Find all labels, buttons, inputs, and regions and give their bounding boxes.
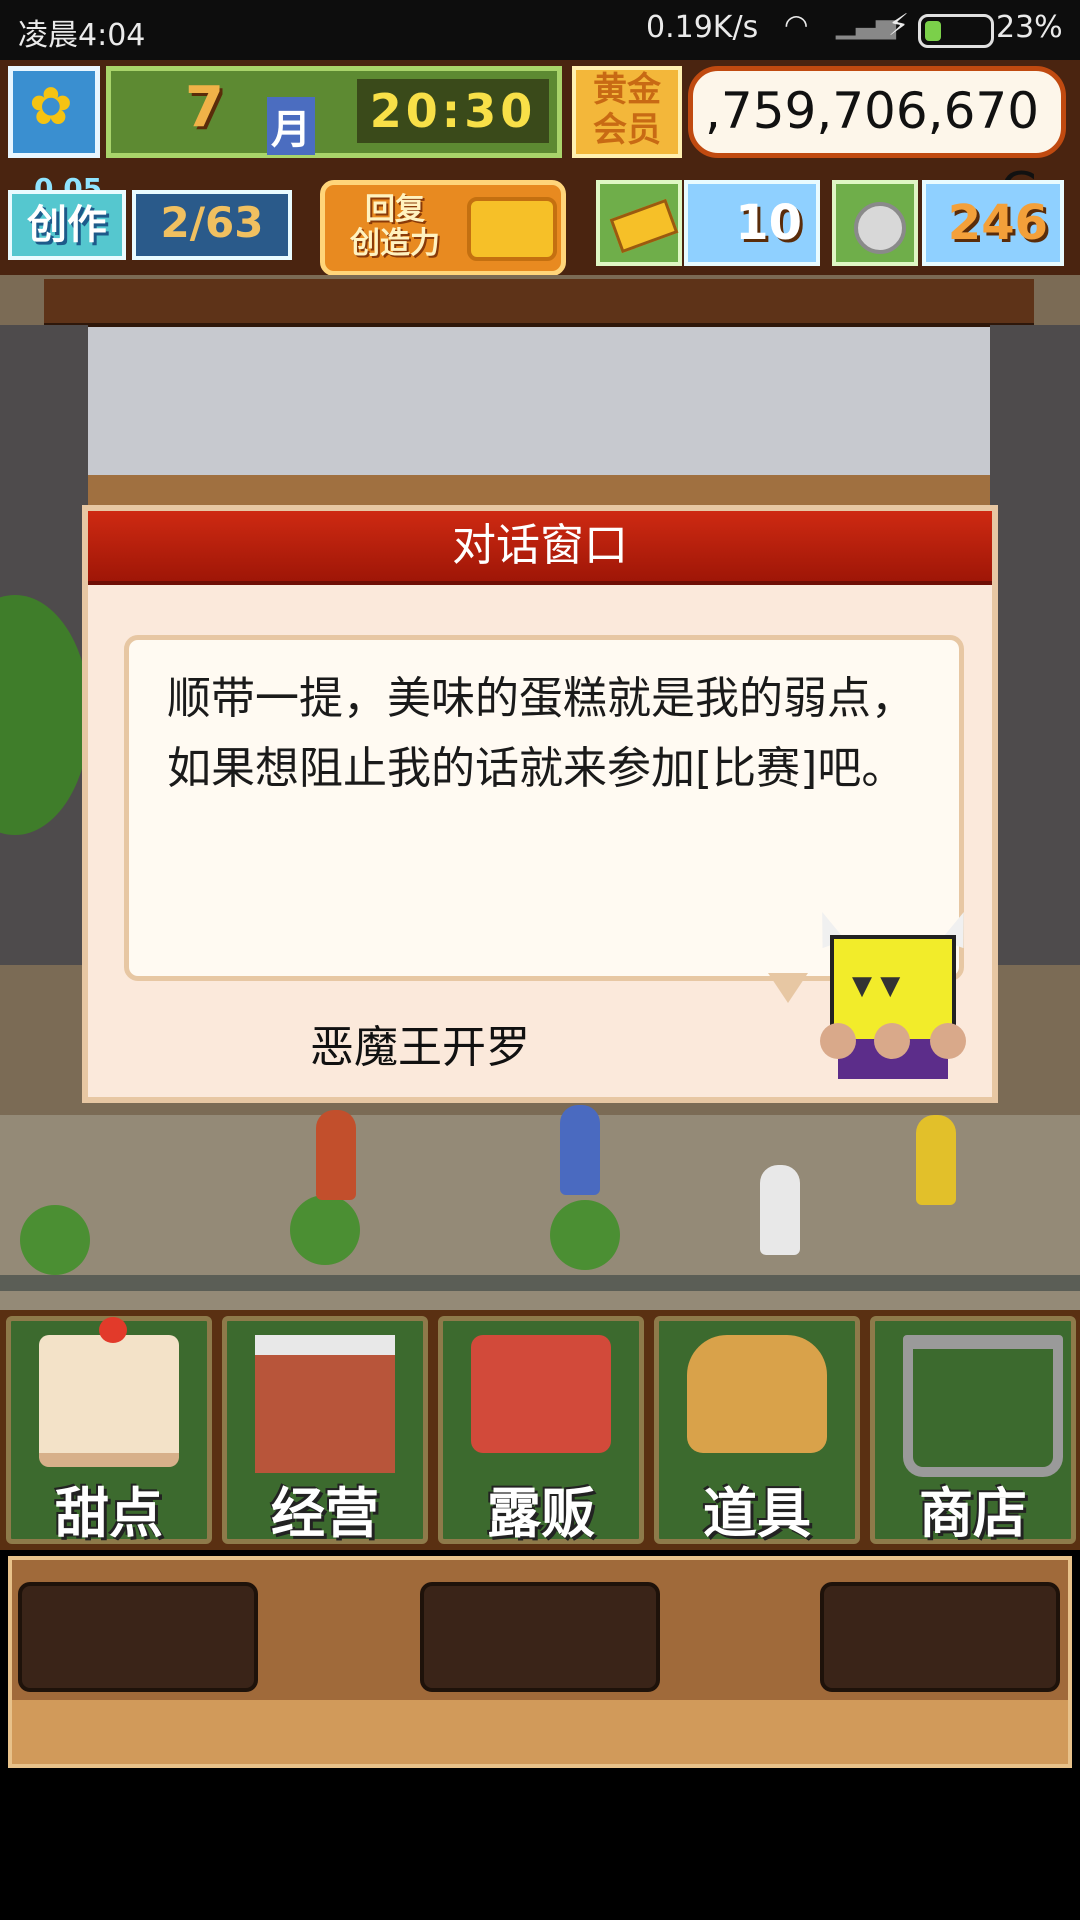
money-display: ,759,706,670 G — [688, 66, 1066, 220]
shop-icon — [255, 1335, 395, 1473]
month-label: 月 — [267, 97, 315, 155]
ticket-icon — [596, 180, 682, 266]
bottom-panel — [8, 1556, 1072, 1768]
hands — [820, 1023, 966, 1059]
empty-slot[interactable] — [18, 1582, 258, 1692]
kitchen-area — [88, 327, 990, 477]
cake-icon — [39, 1317, 179, 1467]
menu-label: 道具 — [703, 1482, 811, 1545]
medal-count: 246 — [922, 180, 1064, 266]
menu-label: 商店 — [919, 1482, 1027, 1545]
empty-slot[interactable] — [820, 1582, 1060, 1692]
navigation-area — [0, 1768, 1080, 1920]
speaker-name: 恶魔王开罗 — [310, 1022, 530, 1073]
demon-king-portrait: ▼ ▼ — [808, 907, 978, 1081]
dialog-message: 顺带一提，美味的蛋糕就是我的弱点，如果想阻止我的话就来参加[比赛]吧。 — [167, 673, 915, 794]
customer[interactable] — [316, 1110, 356, 1200]
empty-slot[interactable] — [420, 1582, 660, 1692]
menu-manage-button[interactable]: 经营 — [222, 1316, 428, 1545]
bush — [290, 1195, 360, 1265]
battery-percent: 23% — [996, 10, 1063, 45]
speech-tail — [768, 973, 808, 1003]
player-avatar[interactable]: ✿ — [8, 66, 100, 158]
tv-icon — [467, 197, 557, 261]
network-speed: 0.19K/s — [646, 10, 759, 45]
items-bag-icon — [687, 1335, 827, 1453]
menu-label: 经营 — [271, 1482, 379, 1545]
month-value: 7 — [185, 75, 224, 140]
gold-member-line2: 会员 — [593, 110, 661, 150]
bush — [550, 1200, 620, 1270]
dialog-window[interactable]: 对话窗口 顺带一提，美味的蛋糕就是我的弱点，如果想阻止我的话就来参加[比赛]吧。… — [82, 505, 998, 1103]
signal-icon: ▁▃▅ — [836, 10, 896, 40]
restore-creativity-button[interactable]: 回复 创造力 — [320, 180, 566, 276]
status-time: 凌晨4:04 — [18, 18, 146, 53]
menu-sweets-button[interactable]: 甜点 — [6, 1316, 212, 1545]
medal-icon — [832, 180, 918, 266]
restore-line2: 创造力 — [350, 226, 440, 261]
menu-stall-button[interactable]: 露贩 — [438, 1316, 644, 1545]
ticket-counter[interactable]: 10 — [596, 180, 822, 266]
shopping-cart-icon — [903, 1335, 1063, 1477]
dialog-title: 对话窗口 — [88, 511, 992, 585]
panel-strip — [12, 1700, 1068, 1764]
customer[interactable] — [916, 1115, 956, 1205]
battery-icon — [918, 14, 994, 48]
menu-items-button[interactable]: 道具 — [654, 1316, 860, 1545]
food-truck-icon — [471, 1335, 611, 1453]
create-panel[interactable]: 0 05 创作 2/63 — [8, 172, 294, 266]
bush — [20, 1205, 90, 1275]
charging-icon: ⚡ — [888, 8, 910, 43]
ticket-count: 10 — [684, 180, 820, 266]
status-bar: 凌晨4:04 0.19K/s ◠ ▁▃▅ ⚡ 23% — [0, 0, 1080, 60]
customer[interactable] — [760, 1165, 800, 1255]
game-clock: 20:30 — [357, 79, 549, 143]
gold-member-line1: 黄金 — [593, 70, 661, 110]
customer[interactable] — [560, 1105, 600, 1195]
main-menu: 甜点 经营 露贩 道具 商店 — [0, 1310, 1080, 1550]
restore-line1: 回复 — [365, 192, 425, 227]
create-label: 创作 — [8, 190, 126, 260]
gold-member-badge[interactable]: 黄金 会员 — [572, 66, 682, 158]
wifi-icon: ◠ — [784, 8, 809, 41]
medal-counter[interactable]: 246 — [832, 180, 1064, 266]
fence-rail — [0, 1275, 1080, 1291]
create-count: 2/63 — [132, 190, 292, 260]
pillar-right — [990, 325, 1080, 965]
date-time-panel: 7 月 20:30 — [106, 66, 562, 158]
angry-eyes: ▼ ▼ — [852, 971, 901, 1001]
menu-label: 甜点 — [55, 1482, 163, 1545]
menu-store-button[interactable]: 商店 — [870, 1316, 1076, 1545]
menu-label: 露贩 — [487, 1482, 595, 1545]
sunflower-icon: ✿ — [29, 77, 73, 137]
roof-beam — [44, 279, 1034, 329]
